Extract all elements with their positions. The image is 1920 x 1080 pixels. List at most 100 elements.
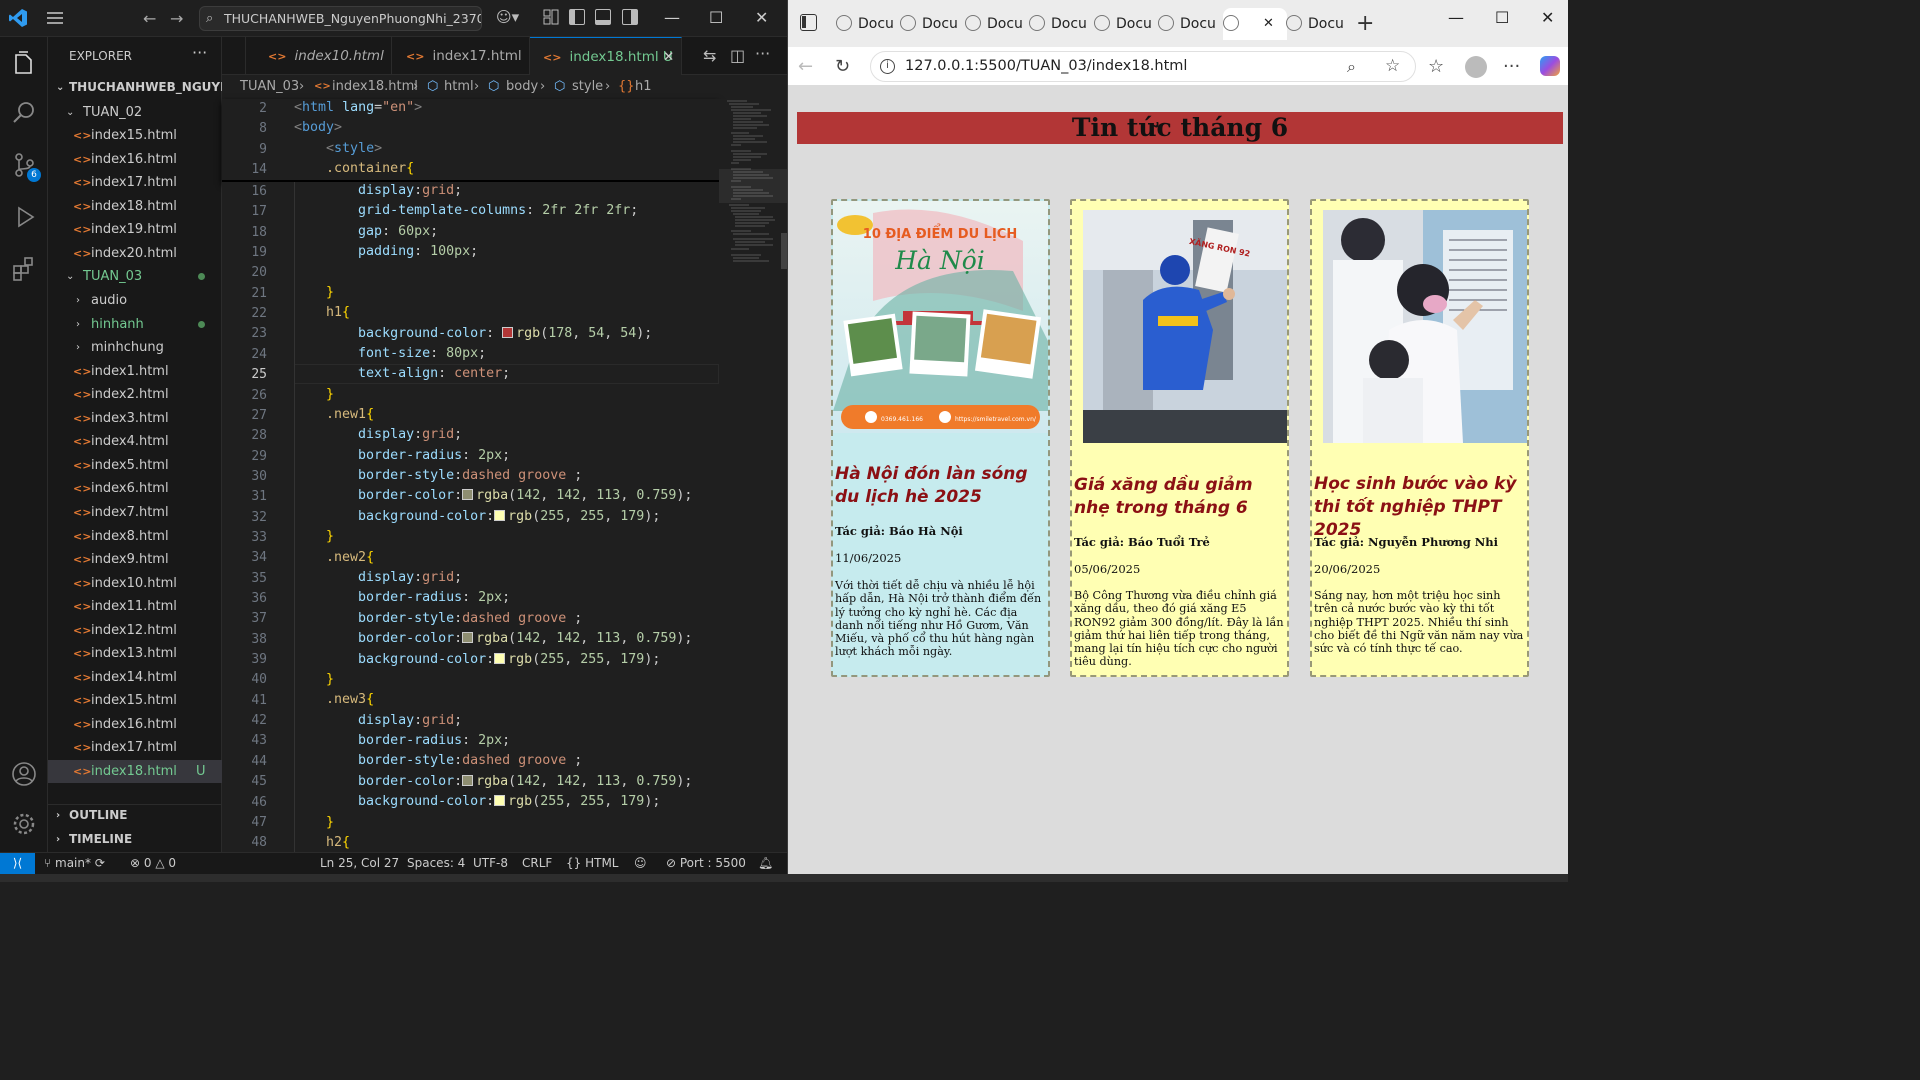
tree-folder[interactable]: › audio — [48, 289, 222, 312]
timeline-section[interactable]: › TIMELINE — [48, 828, 222, 851]
customize-layout-icon[interactable] — [543, 9, 559, 25]
tree-file[interactable]: <> index16.html — [48, 713, 222, 736]
run-debug-icon[interactable] — [10, 203, 38, 231]
tree-file[interactable]: <> index10.html — [48, 572, 222, 595]
browser-tab[interactable]: Docu — [1158, 8, 1220, 40]
tree-file[interactable]: <> index9.html — [48, 548, 222, 571]
tree-folder[interactable]: ⌄ TUAN_02 — [48, 101, 222, 124]
close-tab-icon[interactable]: ✕ — [1263, 8, 1274, 40]
address-bar[interactable]: i 127.0.0.1:5500/TUAN_03/index18.html ⌕ … — [870, 51, 1416, 82]
settings-more-icon[interactable]: ··· — [1503, 56, 1520, 77]
tab-index18[interactable]: <> index18.html U ✕ — [530, 37, 682, 75]
tree-folder[interactable]: › hinhanh — [48, 313, 222, 336]
problems-indicator[interactable]: ⊗ 0 △ 0 — [130, 853, 176, 874]
breadcrumb-style[interactable]: style — [572, 75, 603, 99]
tab-index17[interactable]: <> index17.html — [392, 37, 530, 75]
split-editor-icon[interactable]: ◫ — [730, 46, 745, 65]
favorites-icon[interactable]: ☆ — [1428, 56, 1444, 77]
tree-file[interactable]: <> index14.html — [48, 666, 222, 689]
copilot-icon[interactable]: ☺▾ — [496, 8, 519, 26]
back-icon[interactable]: ← — [798, 56, 813, 77]
refresh-icon[interactable]: ↻ — [835, 56, 850, 77]
tree-file[interactable]: <> index7.html — [48, 501, 222, 524]
tree-file[interactable]: <> index12.html — [48, 619, 222, 642]
tree-file[interactable]: <> index4.html — [48, 430, 222, 453]
toggle-panel-icon[interactable] — [595, 9, 611, 25]
breadcrumb-file[interactable]: index18.html — [332, 75, 418, 99]
maximize-icon[interactable]: ☐ — [709, 8, 723, 27]
tab-actions-icon[interactable] — [800, 14, 817, 31]
zoom-icon[interactable]: ⌕ — [1347, 52, 1356, 81]
tree-folder[interactable]: ⌄ TUAN_03 — [48, 265, 222, 288]
profile-avatar[interactable] — [1465, 56, 1487, 78]
breadcrumb-h1[interactable]: h1 — [635, 75, 652, 99]
browser-tab[interactable]: Docu✕ — [1223, 8, 1287, 40]
tree-file[interactable]: <> index6.html — [48, 477, 222, 500]
toggle-sidebar-icon[interactable] — [569, 9, 585, 25]
browser-tab[interactable]: Docu — [1094, 8, 1156, 40]
tab-index10[interactable]: <> index10.html — [246, 37, 392, 75]
hamburger-menu-icon[interactable] — [46, 10, 64, 26]
live-server-port[interactable]: ⊘ Port : 5500 — [666, 853, 746, 874]
remote-indicator-icon[interactable]: ⟩⟨ — [0, 853, 35, 875]
favorite-star-icon[interactable]: ☆ — [1385, 52, 1400, 81]
minimap[interactable] — [719, 99, 787, 852]
workspace-root[interactable]: ⌄THUCHANHWEB_NGUYEN... — [48, 76, 222, 99]
editor-more-icon[interactable]: ··· — [755, 44, 770, 63]
code-editor[interactable]: 16 17 18 19 20 21 22 23 24 25 26 27 28 29 30 31 32 33 34 35… — [222, 182, 719, 852]
tree-file[interactable]: <> index18.html U — [48, 760, 222, 783]
tree-file[interactable]: <> index17.html — [48, 736, 222, 759]
tree-file[interactable]: <> index2.html — [48, 383, 222, 406]
browser-tab[interactable]: Docu — [1286, 8, 1348, 40]
forward-arrow-icon[interactable]: → — [170, 9, 183, 28]
more-actions-icon[interactable]: ··· — [192, 43, 207, 62]
tree-file[interactable]: <> index11.html — [48, 595, 222, 618]
account-icon[interactable] — [10, 760, 38, 788]
copilot-icon[interactable] — [1540, 56, 1560, 76]
browser-maximize-icon[interactable]: ☐ — [1495, 8, 1509, 27]
toggle-secondary-sidebar-icon[interactable] — [622, 9, 638, 25]
outline-section[interactable]: › OUTLINE — [48, 804, 222, 827]
tree-file[interactable]: <> index8.html — [48, 525, 222, 548]
cursor-position[interactable]: Ln 25, Col 27 — [320, 853, 399, 874]
search-icon[interactable] — [10, 99, 38, 127]
tree-file[interactable]: <> index17.html — [48, 171, 222, 194]
command-center-search[interactable]: ⌕THUCHANHWEB_NguyenPhuongNhi_23703581 — [199, 6, 482, 31]
tree-file[interactable]: <> index13.html — [48, 642, 222, 665]
new-tab-icon[interactable]: + — [1356, 11, 1374, 36]
browser-tab[interactable]: Docu — [900, 8, 962, 40]
explorer-icon[interactable] — [10, 49, 38, 77]
browser-tab[interactable]: Docu — [1029, 8, 1091, 40]
settings-gear-icon[interactable] — [10, 810, 38, 838]
close-icon[interactable]: ✕ — [755, 8, 768, 27]
browser-tab[interactable]: Docu — [965, 8, 1027, 40]
tree-file[interactable]: <> index20.html — [48, 242, 222, 265]
notifications-icon[interactable]: 🔔︎ — [758, 853, 773, 874]
branch-indicator[interactable]: ⑂ main* ⟳ — [44, 853, 105, 874]
language-mode[interactable]: {} HTML — [566, 853, 619, 874]
line-ending[interactable]: CRLF — [522, 853, 552, 874]
back-arrow-icon[interactable]: ← — [143, 9, 156, 28]
tree-file[interactable]: <> index19.html — [48, 218, 222, 241]
extensions-icon[interactable] — [10, 255, 38, 283]
indentation[interactable]: Spaces: 4 — [407, 853, 465, 874]
site-info-icon[interactable]: i — [880, 59, 895, 74]
browser-close-icon[interactable]: ✕ — [1541, 8, 1554, 27]
tree-file[interactable]: <> index18.html — [48, 195, 222, 218]
browser-tab[interactable]: Docu — [836, 8, 898, 40]
tree-file[interactable]: <> index15.html — [48, 689, 222, 712]
copilot-status-icon[interactable]: ☺ — [634, 853, 647, 874]
open-changes-icon[interactable]: ⇆ — [703, 46, 716, 65]
minimize-icon[interactable]: — — [664, 8, 680, 27]
encoding[interactable]: UTF-8 — [473, 853, 508, 874]
tree-file[interactable]: <> index3.html — [48, 407, 222, 430]
breadcrumb-body[interactable]: body — [506, 75, 538, 99]
tree-file[interactable]: <> index15.html — [48, 124, 222, 147]
tree-folder[interactable]: › minhchung — [48, 336, 222, 359]
tree-file[interactable]: <> index1.html — [48, 360, 222, 383]
breadcrumb-folder[interactable]: TUAN_03 — [240, 75, 299, 99]
breadcrumb-html[interactable]: html — [444, 75, 474, 99]
tree-file[interactable]: <> index5.html — [48, 454, 222, 477]
tree-file[interactable]: <> index16.html — [48, 148, 222, 171]
close-tab-icon[interactable]: ✕ — [663, 38, 674, 76]
